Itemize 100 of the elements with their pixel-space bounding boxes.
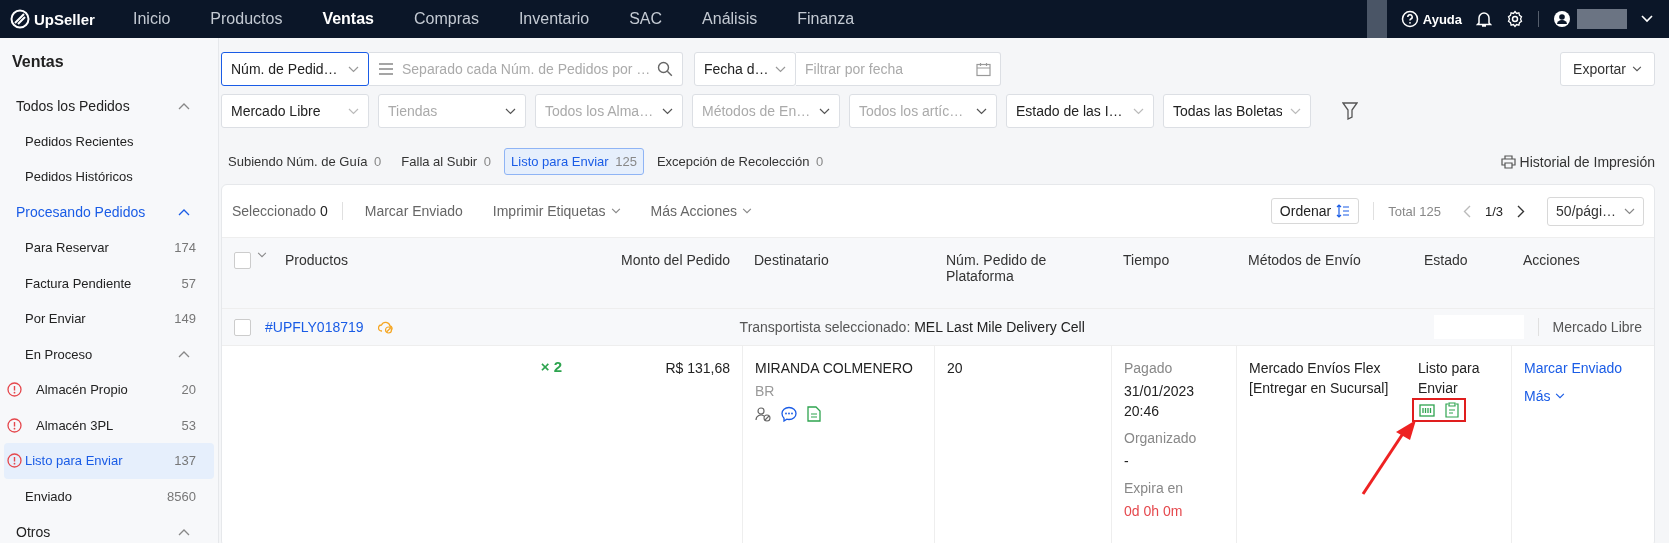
status-tab[interactable]: Subiendo Núm. de Guía 0 <box>221 148 389 175</box>
help-button[interactable]: Ayuda <box>1400 10 1462 28</box>
sidebar-item[interactable]: Almacén 3PL 53 <box>4 407 214 443</box>
total-count: Total 125 <box>1388 203 1441 219</box>
select-field[interactable]: Estado de las I… <box>1006 94 1154 128</box>
chevron-down-icon <box>348 107 359 115</box>
printer-icon <box>1500 154 1516 169</box>
chevron-down-icon <box>775 65 786 73</box>
nav-item[interactable]: Ventas <box>322 10 374 28</box>
nav-item[interactable]: Compras <box>414 10 479 28</box>
sidebar-label: Por Enviar <box>25 311 87 327</box>
calendar-icon <box>976 61 991 77</box>
list-icon <box>378 63 394 75</box>
time-remaining: 0d 0h 0m <box>1124 502 1183 521</box>
page-size-select[interactable]: 50/pági… <box>1547 196 1644 226</box>
clipboard-icon[interactable] <box>1445 402 1459 418</box>
nav-item[interactable]: Análisis <box>702 10 758 28</box>
platform-order-number: 20 <box>947 359 963 378</box>
cloud-icon <box>377 320 394 334</box>
sort-button[interactable]: Ordenar <box>1270 198 1360 224</box>
sidebar-label: Procesando Pedidos <box>16 204 147 221</box>
recipient-country: BR <box>755 382 775 401</box>
sidebar-label: Para Reservar <box>25 240 110 256</box>
sidebar-label: Almacén 3PL <box>36 417 115 433</box>
nav-item[interactable]: SAC <box>629 10 663 28</box>
checkbox[interactable] <box>234 252 251 269</box>
settings-icon[interactable] <box>1506 10 1524 28</box>
sidebar-label: Listo para Enviar <box>25 453 124 469</box>
column-header: Destinatario <box>754 252 829 268</box>
shipping-method: Mercado Envíos Flex [Entregar en Sucursal] <box>1249 359 1390 398</box>
nav-item[interactable]: Inicio <box>133 10 171 28</box>
help-icon <box>1400 10 1419 28</box>
page-indicator: 1/3 <box>1485 203 1504 219</box>
print-history-link[interactable]: Historial de Impresión <box>1500 153 1655 170</box>
sidebar-item[interactable]: Enviado 8560 <box>4 478 214 514</box>
nav-item[interactable]: Inventario <box>518 10 590 28</box>
chat-icon[interactable] <box>781 406 797 422</box>
toolbar-action[interactable]: Imprimir Etiquetas <box>484 203 629 219</box>
select-field[interactable]: Mercado Libre <box>221 94 369 128</box>
chevron-down-icon <box>976 107 987 115</box>
time-value: - <box>1124 452 1129 471</box>
bell-icon[interactable] <box>1476 10 1492 28</box>
barcode-icon[interactable] <box>1419 403 1435 417</box>
chevron-down-icon <box>1133 107 1144 115</box>
column-header: Monto del Pedido <box>621 252 730 268</box>
logo-icon <box>10 9 30 29</box>
sidebar-label: Todos los Pedidos <box>16 97 131 114</box>
sidebar-item[interactable]: Procesando Pedidos <box>4 194 214 230</box>
checkbox[interactable] <box>234 318 251 336</box>
order-amount: R$ 131,68 <box>665 359 730 378</box>
order-number-link[interactable]: #UPFLY018719 <box>265 319 364 335</box>
status-tab[interactable]: Listo para Enviar 125 <box>504 148 644 175</box>
status-tab[interactable]: Falla al Subir 0 <box>394 148 499 175</box>
sidebar-item[interactable]: Otros <box>4 514 214 543</box>
select-field[interactable]: Todas las Boletas <box>1163 94 1311 128</box>
sidebar-item[interactable]: Para Reservar 174 <box>4 230 214 266</box>
chevron-down-icon <box>662 107 673 115</box>
sidebar-label: Factura Pendiente <box>25 275 133 291</box>
carrier-text: Transportista seleccionado: MEL Last Mile Delivery Cell <box>739 319 1085 335</box>
sidebar-title: Ventas <box>11 52 65 72</box>
marketplace-label: Mercado Libre <box>1552 319 1642 335</box>
document-icon[interactable] <box>807 406 821 422</box>
nav-item[interactable]: Finanza <box>797 10 855 28</box>
sidebar-item[interactable]: Pedidos Recientes <box>4 123 214 159</box>
sidebar-label: Otros <box>16 523 52 540</box>
sidebar-count: 137 <box>174 453 196 469</box>
time-label: Expira en <box>1124 479 1184 498</box>
time-label: Pagado <box>1124 359 1173 378</box>
chevron-down-icon <box>1555 393 1566 399</box>
sidebar-item[interactable]: Por Enviar 149 <box>4 301 214 337</box>
select-field[interactable]: Fecha d… <box>694 52 796 86</box>
status-tab[interactable]: Excepción de Recolección 0 <box>649 148 831 175</box>
selected-count: Seleccionado 0 <box>232 203 328 219</box>
sidebar-item[interactable]: Almacén Propio 20 <box>4 372 214 408</box>
sidebar-count: 149 <box>174 311 196 327</box>
logo-text[interactable]: UpSeller <box>34 10 95 28</box>
mark-shipped-link[interactable]: Marcar Enviado <box>1524 358 1623 378</box>
sidebar-item[interactable]: Todos los Pedidos <box>4 88 214 124</box>
sidebar-item[interactable]: Listo para Enviar 137 <box>4 443 214 479</box>
sidebar-item[interactable]: Pedidos Históricos <box>4 159 214 195</box>
user-icon[interactable] <box>1553 10 1571 28</box>
column-header: Estado <box>1424 252 1468 268</box>
sidebar-item[interactable]: En Proceso <box>4 336 214 372</box>
chevron-down-icon <box>1624 207 1635 215</box>
select-field[interactable]: Núm. de Pedid… <box>221 52 369 86</box>
next-page-icon[interactable] <box>1517 204 1526 218</box>
search-icon <box>657 61 673 77</box>
sidebar-count: 174 <box>174 240 196 256</box>
recipient-name: MIRANDA COLMENERO <box>755 359 913 378</box>
more-link[interactable]: Más <box>1524 386 1566 406</box>
user-block-icon[interactable] <box>755 406 771 422</box>
nav-item[interactable]: Productos <box>210 10 283 28</box>
filter-icon[interactable] <box>1342 102 1358 120</box>
toolbar-action[interactable]: Marcar Enviado <box>356 203 471 219</box>
sidebar-item[interactable]: Factura Pendiente 57 <box>4 265 214 301</box>
sidebar-label: Enviado <box>25 488 73 504</box>
toolbar-action[interactable]: Más Acciones <box>642 203 760 219</box>
chevron-down-icon <box>819 107 830 115</box>
export-button[interactable]: Exportar <box>1560 52 1655 86</box>
chevron-down-icon <box>1632 66 1642 72</box>
